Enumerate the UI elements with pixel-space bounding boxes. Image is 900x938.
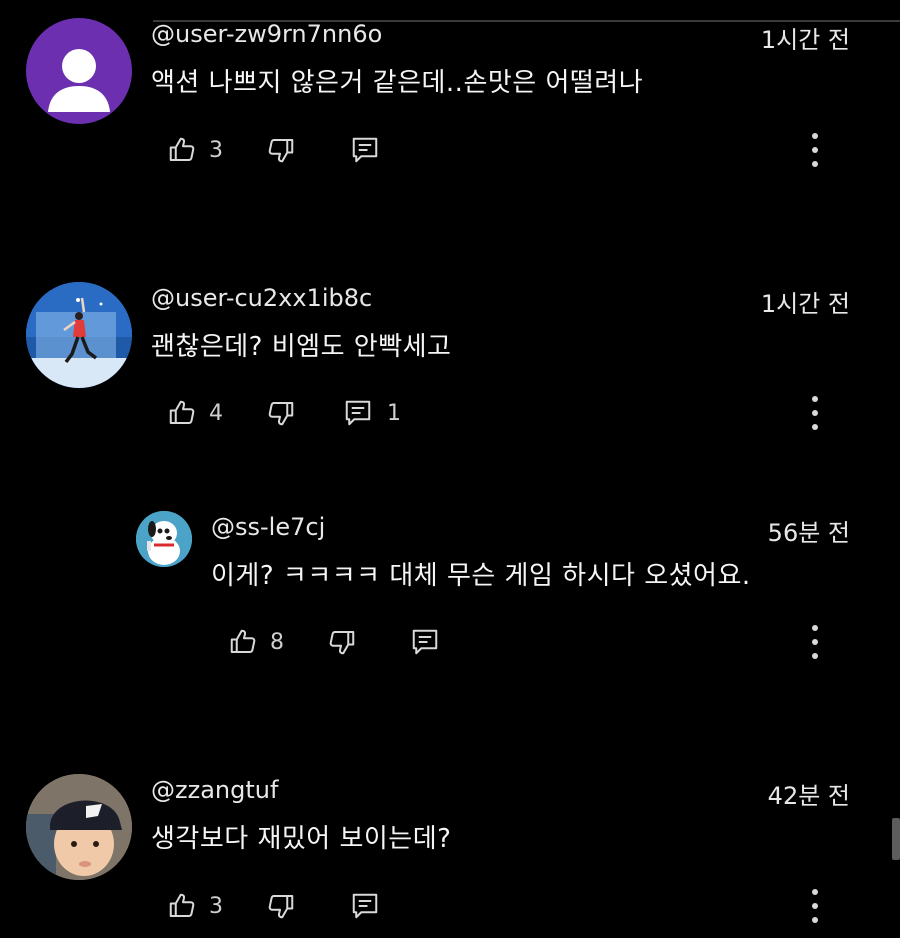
like-count: 4 [209, 400, 223, 426]
dislike-button[interactable] [266, 886, 296, 926]
reply-comment-icon [352, 893, 378, 919]
reply-button[interactable] [410, 622, 440, 662]
avatar[interactable] [136, 511, 192, 567]
reply-button[interactable]: 1 [343, 393, 401, 433]
baby-with-cap-avatar [26, 774, 132, 880]
like-count: 3 [209, 893, 223, 919]
comment-actions: 3 [0, 886, 900, 926]
reply-comment-icon [352, 137, 378, 163]
dislike-button[interactable] [266, 130, 296, 170]
figure-skater-avatar [26, 282, 132, 388]
thumbs-up-icon [169, 400, 195, 424]
scrollbar[interactable] [892, 818, 900, 860]
reply-count: 1 [387, 400, 401, 426]
comment-time: 42분 전 [767, 782, 850, 810]
avatar[interactable] [26, 774, 132, 880]
comment-actions: 3 [0, 130, 900, 170]
dislike-button[interactable] [266, 393, 296, 433]
thumbs-up-icon [230, 629, 256, 653]
more-options-button[interactable] [805, 622, 825, 662]
avatar[interactable] [26, 18, 132, 124]
thumbs-down-icon [268, 402, 294, 426]
more-vertical-icon [812, 133, 818, 167]
like-button[interactable]: 4 [167, 393, 223, 433]
comment-actions: 8 [0, 622, 900, 662]
reply-comment-icon [412, 629, 438, 655]
like-button[interactable]: 8 [228, 622, 284, 662]
comment-time: 1시간 전 [760, 290, 850, 318]
more-vertical-icon [812, 889, 818, 923]
like-button[interactable]: 3 [167, 130, 223, 170]
like-count: 3 [209, 137, 223, 163]
comment-username[interactable]: @user-zw9rn7nn6o [151, 20, 382, 48]
comment-time: 1시간 전 [760, 26, 850, 54]
comment-text: 생각보다 재밌어 보이는데? [151, 824, 452, 854]
reply-comment-icon [345, 400, 371, 426]
thumbs-down-icon [268, 895, 294, 919]
comment-username[interactable]: @zzangtuf [151, 776, 278, 804]
comment-text: 괜찮은데? 비엠도 안빡세고 [151, 332, 452, 362]
more-vertical-icon [812, 625, 818, 659]
reply-button[interactable] [350, 886, 380, 926]
default-person-icon [48, 49, 110, 112]
comment-actions: 4 1 [0, 393, 900, 433]
reply-button[interactable] [350, 130, 380, 170]
like-button[interactable]: 3 [167, 886, 223, 926]
comment-username[interactable]: @ss-le7cj [211, 513, 325, 541]
comment-text: 액션 나쁘지 않은거 같은데..손맛은 어떨려나 [151, 68, 644, 98]
thumbs-down-icon [329, 631, 355, 655]
thumbs-up-icon [169, 893, 195, 917]
comment-text: 이게? ㅋㅋㅋㅋ 대체 무슨 게임 하시다 오셨어요. [211, 561, 751, 591]
more-vertical-icon [812, 396, 818, 430]
avatar[interactable] [26, 282, 132, 388]
thumbs-up-icon [169, 137, 195, 161]
dislike-button[interactable] [327, 622, 357, 662]
more-options-button[interactable] [805, 130, 825, 170]
comment-username[interactable]: @user-cu2xx1ib8c [151, 284, 372, 312]
more-options-button[interactable] [805, 886, 825, 926]
like-count: 8 [270, 629, 284, 655]
more-options-button[interactable] [805, 393, 825, 433]
thumbs-down-icon [268, 139, 294, 163]
comment-time: 56분 전 [767, 519, 850, 547]
cartoon-dog-avatar [136, 511, 192, 567]
